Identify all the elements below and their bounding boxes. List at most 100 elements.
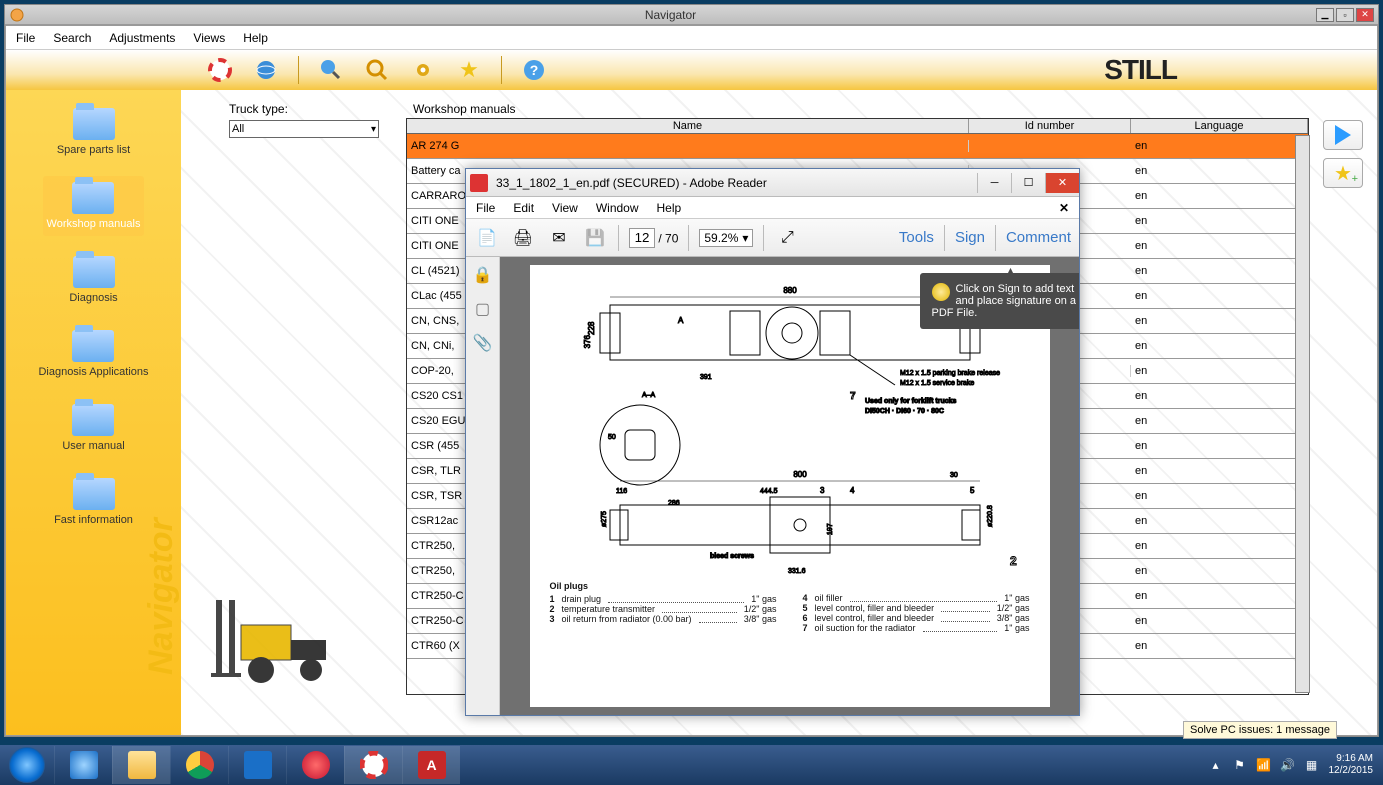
truck-type-value: All (232, 123, 244, 135)
truck-type-select[interactable]: All (229, 120, 379, 138)
svg-text:DI50CH · DI60 · 70 · 80C: DI50CH · DI60 · 70 · 80C (865, 408, 944, 415)
task-adobe[interactable]: A (402, 746, 460, 784)
thumbnails-icon[interactable]: ▢ (473, 299, 493, 319)
svg-text:7: 7 (850, 391, 856, 402)
menu-adjustments[interactable]: Adjustments (109, 31, 175, 45)
menu-search[interactable]: Search (53, 31, 91, 45)
svg-text:ø220.8: ø220.8 (987, 505, 994, 527)
globe-icon[interactable] (252, 56, 280, 84)
play-button[interactable] (1323, 120, 1363, 150)
flag-icon[interactable]: ⚑ (1233, 758, 1247, 772)
tray-up-icon[interactable]: ▴ (1209, 758, 1223, 772)
action-center-icon[interactable]: ▦ (1305, 758, 1319, 772)
gear-icon[interactable] (409, 56, 437, 84)
svg-text:197: 197 (827, 523, 834, 535)
folder-icon (72, 330, 114, 362)
pdf-print-icon[interactable]: 🖨 (510, 225, 536, 251)
svg-text:391: 391 (700, 374, 712, 381)
pdf-email-icon[interactable]: ✉ (546, 225, 572, 251)
legend-row: 4oil filler1" gas (803, 593, 1030, 603)
minimize-button[interactable]: ▁ (1316, 8, 1334, 22)
clock[interactable]: 9:16 AM 12/2/2015 (1329, 753, 1378, 777)
pdf-viewport[interactable]: Click on Sign to add text and place sign… (500, 257, 1079, 715)
lifebuoy-icon[interactable] (206, 56, 234, 84)
volume-icon[interactable]: 🔊 (1281, 758, 1295, 772)
help-icon[interactable]: ? (520, 56, 548, 84)
pdf-menu-window[interactable]: Window (596, 201, 639, 215)
truck-type-label: Truck type: (229, 102, 288, 116)
pdf-comment-tab[interactable]: Comment (1006, 229, 1071, 246)
zoom-icon[interactable] (363, 56, 391, 84)
sidebar-workshop-manuals[interactable]: Workshop manuals (43, 176, 145, 236)
sidebar-fast-info[interactable]: Fast information (50, 472, 137, 532)
pdf-menubar: File Edit View Window Help ✕ (466, 197, 1079, 219)
pdf-save-icon[interactable]: 💾 (582, 225, 608, 251)
pdf-doc-close-icon[interactable]: ✕ (1059, 201, 1069, 215)
pdf-titlebar[interactable]: 33_1_1802_1_en.pdf (SECURED) - Adobe Rea… (466, 169, 1079, 197)
svg-text:331.6: 331.6 (788, 568, 806, 575)
star-icon[interactable]: ★ (455, 56, 483, 84)
legend-heading: Oil plugs (550, 581, 777, 591)
brand-logo: STILL (1104, 54, 1177, 86)
sign-tooltip: Click on Sign to add text and place sign… (920, 273, 1080, 329)
svg-text:?: ? (530, 62, 539, 78)
table-row[interactable]: AR 274 Gen (407, 134, 1308, 159)
col-lang[interactable]: Language (1131, 119, 1308, 133)
task-ie[interactable] (54, 746, 112, 784)
sidebar-label: Workshop manuals (47, 218, 141, 230)
sidebar-label: Diagnosis (69, 292, 117, 304)
pdf-sign-tab[interactable]: Sign (955, 229, 985, 246)
legend-row: 2temperature transmitter1/2" gas (550, 604, 777, 614)
task-opera[interactable] (286, 746, 344, 784)
menu-help[interactable]: Help (243, 31, 268, 45)
pdf-tools-tab[interactable]: Tools (899, 229, 934, 246)
pdf-maximize-button[interactable]: ☐ (1011, 173, 1045, 193)
pdf-menu-help[interactable]: Help (657, 201, 682, 215)
solve-pc-tooltip: Solve PC issues: 1 message (1183, 721, 1337, 739)
svg-text:4: 4 (850, 486, 855, 495)
svg-text:800: 800 (793, 470, 807, 479)
task-explorer[interactable] (112, 746, 170, 784)
svg-text:880: 880 (783, 286, 797, 295)
clock-date: 12/2/2015 (1329, 765, 1374, 777)
close-button[interactable]: ✕ (1356, 8, 1374, 22)
svg-text:M12 x 1.5 service brake: M12 x 1.5 service brake (900, 380, 974, 387)
sidebar-diagnosis[interactable]: Diagnosis (65, 250, 121, 310)
task-navigator[interactable] (344, 746, 402, 784)
attachment-icon[interactable]: 📎 (473, 333, 493, 353)
folder-icon (72, 182, 114, 214)
pdf-export-icon[interactable]: 📄 (474, 225, 500, 251)
pdf-page: Click on Sign to add text and place sign… (530, 265, 1050, 707)
sidebar-diagnosis-apps[interactable]: Diagnosis Applications (34, 324, 152, 384)
maximize-button[interactable]: ▫ (1336, 8, 1354, 22)
pdf-fullscreen-icon[interactable]: ⤢ (774, 225, 800, 251)
sidebar-user-manual[interactable]: User manual (58, 398, 128, 458)
grid-scrollbar[interactable] (1295, 135, 1310, 693)
pdf-zoom-select[interactable]: 59.2% ▾ (699, 229, 753, 247)
pdf-minimize-button[interactable]: ─ (977, 173, 1011, 193)
sidebar-spare-parts[interactable]: Spare parts list (53, 102, 134, 162)
start-button[interactable] (0, 745, 54, 785)
menu-views[interactable]: Views (193, 31, 225, 45)
pdf-menu-edit[interactable]: Edit (513, 201, 534, 215)
pdf-menu-view[interactable]: View (552, 201, 578, 215)
col-id[interactable]: Id number (969, 119, 1131, 133)
favorite-button[interactable]: ★+ (1323, 158, 1363, 188)
window-titlebar[interactable]: Navigator ▁ ▫ ✕ (5, 5, 1378, 25)
task-chrome[interactable] (170, 746, 228, 784)
task-unknown1[interactable] (228, 746, 286, 784)
col-name[interactable]: Name (407, 119, 969, 133)
search-globe-icon[interactable] (317, 56, 345, 84)
network-icon[interactable]: 📶 (1257, 758, 1271, 772)
sidebar-label: Spare parts list (57, 144, 130, 156)
svg-text:2: 2 (1010, 554, 1017, 568)
pdf-page-total: 70 (665, 231, 678, 245)
pdf-app-icon (470, 174, 488, 192)
menu-file[interactable]: File (16, 31, 35, 45)
lock-icon[interactable]: 🔒 (473, 265, 493, 285)
pdf-page-input[interactable] (629, 228, 655, 248)
pdf-menu-file[interactable]: File (476, 201, 495, 215)
svg-text:286: 286 (668, 500, 680, 507)
legend-row: 5level control, filler and bleeder1/2" g… (803, 603, 1030, 613)
pdf-close-button[interactable]: ✕ (1045, 173, 1079, 193)
